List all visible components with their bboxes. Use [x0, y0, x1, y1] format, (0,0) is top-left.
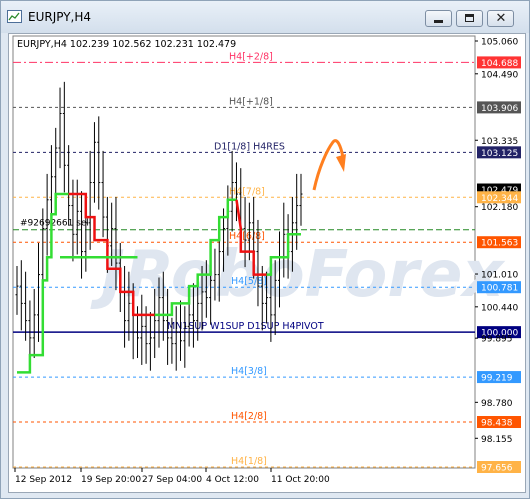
- window-title: EURJPY,H4: [28, 10, 92, 24]
- forecast-arrow: [312, 139, 345, 191]
- price-axis-label: 101.563: [481, 239, 518, 249]
- price-axis-label: 105.060: [481, 38, 518, 48]
- close-icon: ✕: [495, 11, 507, 26]
- murray-level-label: H4[5/8]: [231, 276, 267, 287]
- price-axis-label: 99.219: [481, 374, 513, 384]
- order-label: #92692661 sell: [20, 219, 91, 229]
- restore-icon: [465, 14, 474, 22]
- murray-level-label: H4[+2/8]: [229, 51, 273, 62]
- price-axis-label: 104.688: [481, 59, 518, 69]
- date-axis-label: 11 Oct 20:00: [271, 475, 330, 485]
- price-axis-label: 97.656: [481, 464, 513, 474]
- price-axis-label: 103.335: [481, 137, 518, 147]
- price-axis-label: 102.180: [481, 203, 518, 213]
- chart-info-line: EURJPY,H4 102.239 102.562 102.231 102.47…: [17, 39, 236, 50]
- price-axis-label: 103.125: [481, 149, 518, 159]
- murray-level-label: H4[6/8]: [229, 231, 265, 242]
- price-axis-label: 103.906: [481, 104, 518, 114]
- forecast-arrowhead: [336, 154, 346, 172]
- chart-app-icon: [7, 10, 22, 23]
- price-axis-label: 98.780: [481, 399, 513, 409]
- price-chart[interactable]: JRoboForex H4[+2/8] H4[+1/8] D1[1/8] H4RES H…: [8, 33, 526, 493]
- chart-window: EURJPY,H4 ✕ JRoboForex H4[+2/8] H4[+1/8] D1…: [0, 0, 530, 499]
- murray-level-label: D1[1/8] H4RES: [214, 141, 285, 152]
- date-axis-label: 19 Sep 20:00: [81, 475, 141, 485]
- minimize-button[interactable]: [425, 10, 452, 27]
- price-axis-label: 100.781: [481, 284, 518, 294]
- murray-level-label: H4[3/8]: [231, 366, 267, 377]
- close-button[interactable]: ✕: [487, 10, 514, 27]
- murray-level-label: H4[1/8]: [231, 456, 267, 467]
- price-axis-label: 100.440: [481, 303, 518, 313]
- price-axis-label: 99.895: [481, 335, 513, 345]
- watermark-text: JRoboForex: [90, 238, 505, 312]
- title-bar[interactable]: EURJPY,H4 ✕: [1, 1, 529, 33]
- chart-canvas[interactable]: JRoboForex H4[+2/8] H4[+1/8] D1[1/8] H4RES H…: [9, 34, 525, 492]
- date-axis-label: 12 Sep 2012: [15, 475, 72, 485]
- murray-level-label: MN1SUP W1SUP D1SUP H4PIVOT: [167, 321, 324, 332]
- minimize-icon: [434, 20, 443, 23]
- murray-level-label: H4[2/8]: [231, 411, 267, 422]
- restore-button[interactable]: [456, 10, 483, 27]
- date-axis-label: 27 Sep 04:00: [142, 475, 202, 485]
- date-axis-label: 4 Oct 12:00: [206, 475, 259, 485]
- murray-level-label: H4[7/8]: [229, 186, 265, 197]
- price-axis-label: 98.438: [481, 419, 513, 429]
- price-axis-label: 101.010: [481, 271, 518, 281]
- price-axis-label: 104.490: [481, 70, 518, 80]
- murray-level-label: H4[+1/8]: [229, 96, 273, 107]
- price-axis-label: 98.155: [481, 435, 513, 445]
